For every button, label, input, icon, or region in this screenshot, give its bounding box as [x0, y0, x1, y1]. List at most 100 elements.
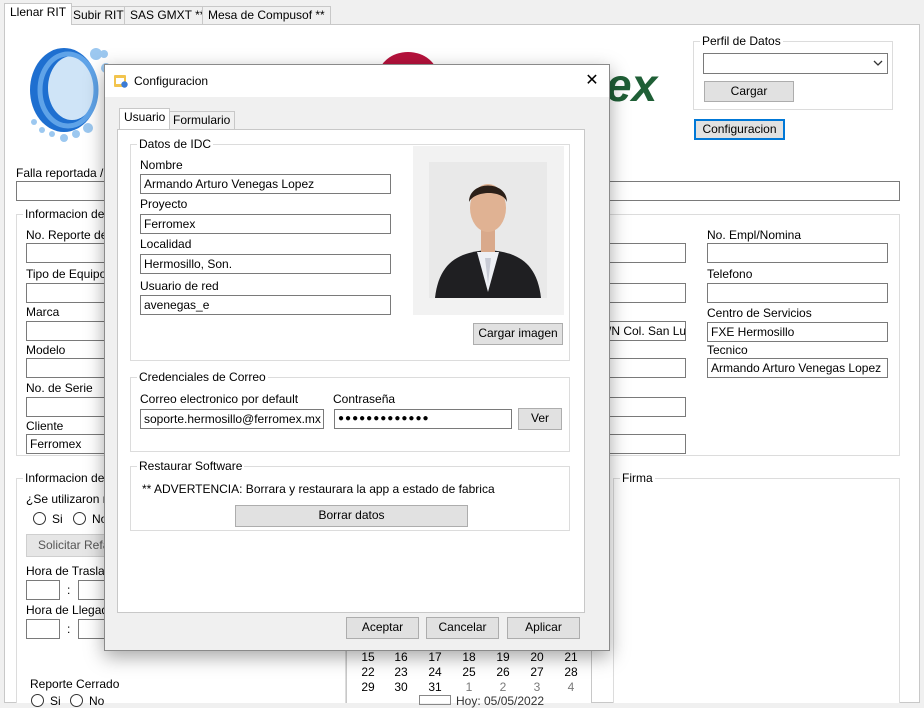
- calendar-day[interactable]: 18: [458, 650, 480, 664]
- calendar-day[interactable]: 20: [526, 650, 548, 664]
- calendar-today-box: [419, 695, 451, 705]
- calendar-day[interactable]: 2: [492, 680, 514, 694]
- password-field[interactable]: ●●●●●●●●●●●●●: [334, 409, 512, 429]
- calendar-day[interactable]: 25: [458, 665, 480, 679]
- cargar-imagen-button[interactable]: Cargar imagen: [473, 323, 563, 345]
- calendar-day[interactable]: 27: [526, 665, 548, 679]
- no-reporte-input[interactable]: [26, 243, 116, 263]
- reporte-cerrado-label: Reporte Cerrado: [30, 677, 120, 691]
- reporte-cerrado-no-label: No: [89, 694, 105, 708]
- tab-llenar-rit[interactable]: Llenar RIT: [4, 3, 73, 25]
- centro-input[interactable]: FXE Hermosillo: [707, 322, 888, 342]
- hora-traslado-colon: :: [67, 583, 71, 597]
- dialog-title: Configuracion: [134, 74, 209, 88]
- nombre-input[interactable]: Armando Arturo Venegas Lopez: [140, 174, 391, 194]
- usuario-panel: Datos de IDC Nombre Armando Arturo Veneg…: [117, 129, 585, 613]
- hora-llegada-colon: :: [67, 622, 71, 636]
- calendar-day[interactable]: 21: [560, 650, 582, 664]
- proyecto-label: Proyecto: [140, 197, 188, 211]
- usuario-red-input[interactable]: avenegas_e: [140, 295, 391, 315]
- telefono-label: Telefono: [707, 267, 753, 281]
- no-reporte-label: No. Reporte del: [26, 228, 111, 242]
- calendar-day[interactable]: 31: [424, 680, 446, 694]
- calendar-day[interactable]: 17: [424, 650, 446, 664]
- reporte-cerrado-no-radio[interactable]: [70, 694, 83, 707]
- calendar-day[interactable]: 15: [357, 650, 379, 664]
- no-empl-input[interactable]: [707, 243, 888, 263]
- cliente-input[interactable]: Ferromex: [26, 434, 116, 454]
- borrar-datos-button[interactable]: Borrar datos: [235, 505, 468, 527]
- refacciones-si-radio[interactable]: [33, 512, 46, 525]
- solicitar-refacciones-button[interactable]: Solicitar Refac: [26, 534, 115, 557]
- tab-subir-rit[interactable]: Subir RIT: [67, 6, 130, 25]
- company-logo: [30, 48, 111, 142]
- no-serie-label: No. de Serie: [26, 381, 93, 395]
- reporte-cerrado-si-radio[interactable]: [31, 694, 44, 707]
- usuario-red-label: Usuario de red: [140, 279, 219, 293]
- restaurar-warning: ** ADVERTENCIA: Borrara y restaurara la …: [142, 482, 495, 496]
- nombre-label: Nombre: [140, 158, 183, 172]
- tipo-equipo-label: Tipo de Equipo: [26, 267, 107, 281]
- tecnico-input[interactable]: Armando Arturo Venegas Lopez: [707, 358, 888, 378]
- tab-mesa-compusof[interactable]: Mesa de Compusof **: [202, 6, 331, 25]
- calendar-day[interactable]: 19: [492, 650, 514, 664]
- ver-password-button[interactable]: Ver: [518, 408, 562, 430]
- app-icon: [114, 75, 128, 88]
- marca-label: Marca: [26, 305, 60, 319]
- aceptar-button[interactable]: Aceptar: [346, 617, 419, 639]
- close-icon[interactable]: ✕: [581, 71, 603, 91]
- telefono-input[interactable]: [707, 283, 888, 303]
- no-empl-label: No. Empl/Nomina: [707, 228, 802, 242]
- no-serie-input[interactable]: [26, 397, 116, 417]
- reporte-cerrado-si-label: Si: [50, 694, 61, 708]
- hora-llegada-mm[interactable]: [78, 619, 106, 639]
- email-label: Correo electronico por default: [140, 392, 299, 406]
- cliente-label: Cliente: [26, 419, 64, 433]
- calendar-day[interactable]: 23: [390, 665, 412, 679]
- dialog-titlebar: Configuracion ✕: [105, 65, 609, 97]
- localidad-label: Localidad: [140, 237, 192, 251]
- cargar-button[interactable]: Cargar: [704, 81, 794, 102]
- tab-sas-gmxt[interactable]: SAS GMXT **: [124, 6, 211, 25]
- modelo-input[interactable]: [26, 358, 116, 378]
- proyecto-input[interactable]: Ferromex: [140, 214, 391, 234]
- calendar-day[interactable]: 16: [390, 650, 412, 664]
- calendar-day[interactable]: 26: [492, 665, 514, 679]
- restaurar-title: Restaurar Software: [137, 459, 245, 473]
- calendar-day[interactable]: 24: [424, 665, 446, 679]
- calendar-day[interactable]: 1: [458, 680, 480, 694]
- ferromex-logo-text: ex: [606, 59, 658, 111]
- firma-group: Firma: [613, 471, 900, 703]
- calendar-day[interactable]: 30: [390, 680, 412, 694]
- localidad-input[interactable]: Hermosillo, Son.: [140, 254, 391, 274]
- tipo-equipo-input[interactable]: [26, 283, 116, 303]
- calendar-day[interactable]: 28: [560, 665, 582, 679]
- marca-input[interactable]: [26, 321, 116, 341]
- hora-traslado-mm[interactable]: [78, 580, 106, 600]
- hora-llegada-hh[interactable]: [26, 619, 60, 639]
- refacciones-no-radio[interactable]: [73, 512, 86, 525]
- person-photo: [429, 162, 547, 298]
- calendar-today-label[interactable]: Hoy: 05/05/2022: [456, 694, 544, 708]
- perfil-select[interactable]: [703, 53, 888, 74]
- tecnico-label: Tecnico: [707, 343, 748, 357]
- configuracion-button[interactable]: Configuracion: [694, 119, 785, 140]
- centro-label: Centro de Servicios: [707, 306, 812, 320]
- configuracion-dialog: Configuracion ✕ Usuario Formulario Datos…: [104, 64, 610, 651]
- idc-title: Datos de IDC: [137, 137, 214, 151]
- hora-traslado-hh[interactable]: [26, 580, 60, 600]
- tab-usuario[interactable]: Usuario: [119, 108, 171, 129]
- refacciones-si-label: Si: [52, 512, 63, 526]
- perfil-title: Perfil de Datos: [700, 34, 783, 48]
- profile-photo: [413, 146, 564, 315]
- correo-title: Credenciales de Correo: [137, 370, 268, 384]
- email-field[interactable]: soporte.hermosillo@ferromex.mx: [140, 409, 324, 429]
- aplicar-button[interactable]: Aplicar: [507, 617, 580, 639]
- tab-formulario[interactable]: Formulario: [168, 111, 236, 129]
- calendar-day[interactable]: 22: [357, 665, 379, 679]
- calendar-day[interactable]: 3: [526, 680, 548, 694]
- calendar-day[interactable]: 29: [357, 680, 379, 694]
- cancelar-button[interactable]: Cancelar: [426, 617, 499, 639]
- calendar-day[interactable]: 4: [560, 680, 582, 694]
- hora-llegada-label: Hora de Llegada: [26, 603, 115, 617]
